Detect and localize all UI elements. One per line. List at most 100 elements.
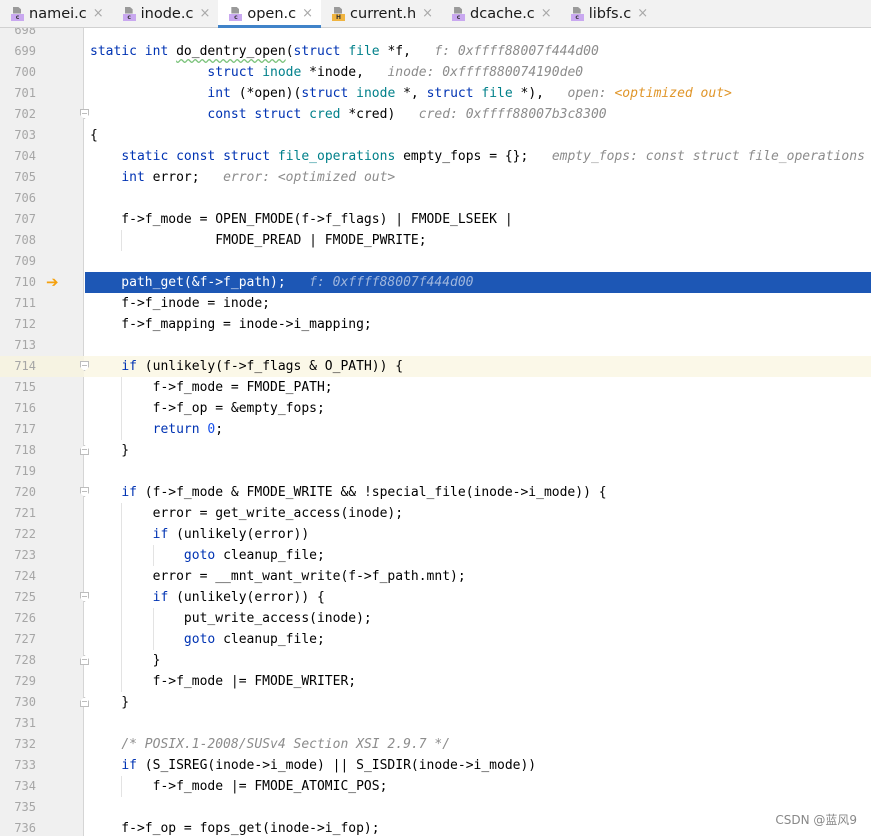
code-line[interactable]: 730 } <box>0 692 871 713</box>
code-line[interactable]: 734 f->f_mode |= FMODE_ATOMIC_POS; <box>0 776 871 797</box>
code-line[interactable]: 698 <box>0 28 871 41</box>
code-token: (unlikely(f->f_flags & O_PATH)) { <box>144 359 404 374</box>
code-line[interactable]: 716 f->f_op = &empty_fops; <box>0 398 871 419</box>
code-line[interactable]: 708 FMODE_PREAD | FMODE_PWRITE; <box>0 230 871 251</box>
line-number[interactable]: 716 <box>0 398 36 419</box>
code-line[interactable]: 715 f->f_mode = FMODE_PATH; <box>0 377 871 398</box>
code-line[interactable]: 713 <box>0 335 871 356</box>
code-line[interactable]: 707 f->f_mode = OPEN_FMODE(f->f_flags) |… <box>0 209 871 230</box>
code-line[interactable]: 720 if (f->f_mode & FMODE_WRITE && !spec… <box>0 482 871 503</box>
line-number[interactable]: 700 <box>0 62 36 83</box>
line-number[interactable]: 728 <box>0 650 36 671</box>
fold-end-icon[interactable] <box>80 655 89 665</box>
line-number[interactable]: 732 <box>0 734 36 755</box>
code-line[interactable]: 699 static int do_dentry_open(struct file… <box>0 41 871 62</box>
close-icon[interactable]: × <box>199 6 210 21</box>
close-icon[interactable]: × <box>541 6 552 21</box>
code-line[interactable]: 700 struct inode *inode, inode: 0xffff88… <box>0 62 871 83</box>
code-line[interactable]: 722 if (unlikely(error)) <box>0 524 871 545</box>
code-line[interactable]: 721 error = get_write_access(inode); <box>0 503 871 524</box>
fold-start-icon[interactable] <box>80 487 89 497</box>
code-text: } <box>90 440 129 461</box>
line-number[interactable]: 707 <box>0 209 36 230</box>
code-line[interactable]: 728 } <box>0 650 871 671</box>
line-number[interactable]: 699 <box>0 41 36 62</box>
close-icon[interactable]: × <box>422 6 433 21</box>
code-line[interactable]: 711 f->f_inode = inode; <box>0 293 871 314</box>
line-number[interactable]: 727 <box>0 629 36 650</box>
line-number[interactable]: 701 <box>0 83 36 104</box>
line-number[interactable]: 734 <box>0 776 36 797</box>
line-number[interactable]: 715 <box>0 377 36 398</box>
line-number[interactable]: 710 <box>0 272 36 293</box>
code-line[interactable]: 723 goto cleanup_file; <box>0 545 871 566</box>
line-number[interactable]: 730 <box>0 692 36 713</box>
line-number[interactable]: 703 <box>0 125 36 146</box>
tab-current-h[interactable]: H current.h × <box>321 0 441 27</box>
code-line[interactable]: ➔ 710 path_get(&f->f_path); f: 0xffff8800… <box>0 272 871 293</box>
fold-start-icon[interactable] <box>80 109 89 119</box>
tab-libfs-c[interactable]: c libfs.c × <box>560 0 656 27</box>
tab-namei-c[interactable]: c namei.c × <box>0 0 112 27</box>
code-line[interactable]: 706 <box>0 188 871 209</box>
fold-end-icon[interactable] <box>80 697 89 707</box>
tab-open-c[interactable]: c open.c × <box>218 0 322 28</box>
fold-end-icon[interactable] <box>80 445 89 455</box>
line-number[interactable]: 735 <box>0 797 36 818</box>
line-number[interactable]: 721 <box>0 503 36 524</box>
code-line[interactable]: 709 <box>0 251 871 272</box>
code-line[interactable]: 701 int (*open)(struct inode *, struct f… <box>0 83 871 104</box>
code-line[interactable]: 725 if (unlikely(error)) { <box>0 587 871 608</box>
line-number[interactable]: 724 <box>0 566 36 587</box>
code-line[interactable]: 705 int error; error: <optimized out> <box>0 167 871 188</box>
code-line[interactable]: 714 if (unlikely(f->f_flags & O_PATH)) { <box>0 356 871 377</box>
line-number[interactable]: 708 <box>0 230 36 251</box>
line-number[interactable]: 704 <box>0 146 36 167</box>
line-number[interactable]: 706 <box>0 188 36 209</box>
line-number[interactable]: 712 <box>0 314 36 335</box>
line-number[interactable]: 733 <box>0 755 36 776</box>
line-number[interactable]: 722 <box>0 524 36 545</box>
line-number[interactable]: 705 <box>0 167 36 188</box>
code-line[interactable]: 702 const struct cred *cred) cred: 0xfff… <box>0 104 871 125</box>
code-line[interactable]: 703 { <box>0 125 871 146</box>
code-line[interactable]: 735 <box>0 797 871 818</box>
code-line[interactable]: 729 f->f_mode |= FMODE_WRITER; <box>0 671 871 692</box>
line-number[interactable]: 717 <box>0 419 36 440</box>
line-number[interactable]: 720 <box>0 482 36 503</box>
code-line[interactable]: 704 static const struct file_operations … <box>0 146 871 167</box>
line-number[interactable]: 718 <box>0 440 36 461</box>
code-line[interactable]: 719 <box>0 461 871 482</box>
line-number[interactable]: 725 <box>0 587 36 608</box>
line-number[interactable]: 736 <box>0 818 36 836</box>
code-line[interactable]: 736 f->f_op = fops_get(inode->i_fop); <box>0 818 871 836</box>
tab-inode-c[interactable]: c inode.c × <box>112 0 219 27</box>
code-line[interactable]: 726 put_write_access(inode); <box>0 608 871 629</box>
code-line[interactable]: 718 } <box>0 440 871 461</box>
code-line[interactable]: 724 error = __mnt_want_write(f->f_path.m… <box>0 566 871 587</box>
code-line[interactable]: 733 if (S_ISREG(inode->i_mode) || S_ISDI… <box>0 755 871 776</box>
code-line[interactable]: 717 return 0; <box>0 419 871 440</box>
code-editor[interactable]: 698 699 static int do_dentry_open(struct f… <box>0 28 871 836</box>
close-icon[interactable]: × <box>93 6 104 21</box>
line-number[interactable]: 726 <box>0 608 36 629</box>
fold-start-icon[interactable] <box>80 592 89 602</box>
line-number[interactable]: 729 <box>0 671 36 692</box>
code-line[interactable]: 712 f->f_mapping = inode->i_mapping; <box>0 314 871 335</box>
line-number[interactable]: 702 <box>0 104 36 125</box>
line-number[interactable]: 698 <box>0 28 36 41</box>
code-line[interactable]: 727 goto cleanup_file; <box>0 629 871 650</box>
line-number[interactable]: 711 <box>0 293 36 314</box>
tab-dcache-c[interactable]: c dcache.c × <box>441 0 560 27</box>
code-line[interactable]: 732 /* POSIX.1-2008/SUSv4 Section XSI 2.… <box>0 734 871 755</box>
line-number[interactable]: 723 <box>0 545 36 566</box>
line-number[interactable]: 719 <box>0 461 36 482</box>
code-line[interactable]: 731 <box>0 713 871 734</box>
line-number[interactable]: 714 <box>0 356 36 377</box>
close-icon[interactable]: × <box>302 6 313 21</box>
line-number[interactable]: 731 <box>0 713 36 734</box>
line-number[interactable]: 709 <box>0 251 36 272</box>
line-number[interactable]: 713 <box>0 335 36 356</box>
close-icon[interactable]: × <box>637 6 648 21</box>
